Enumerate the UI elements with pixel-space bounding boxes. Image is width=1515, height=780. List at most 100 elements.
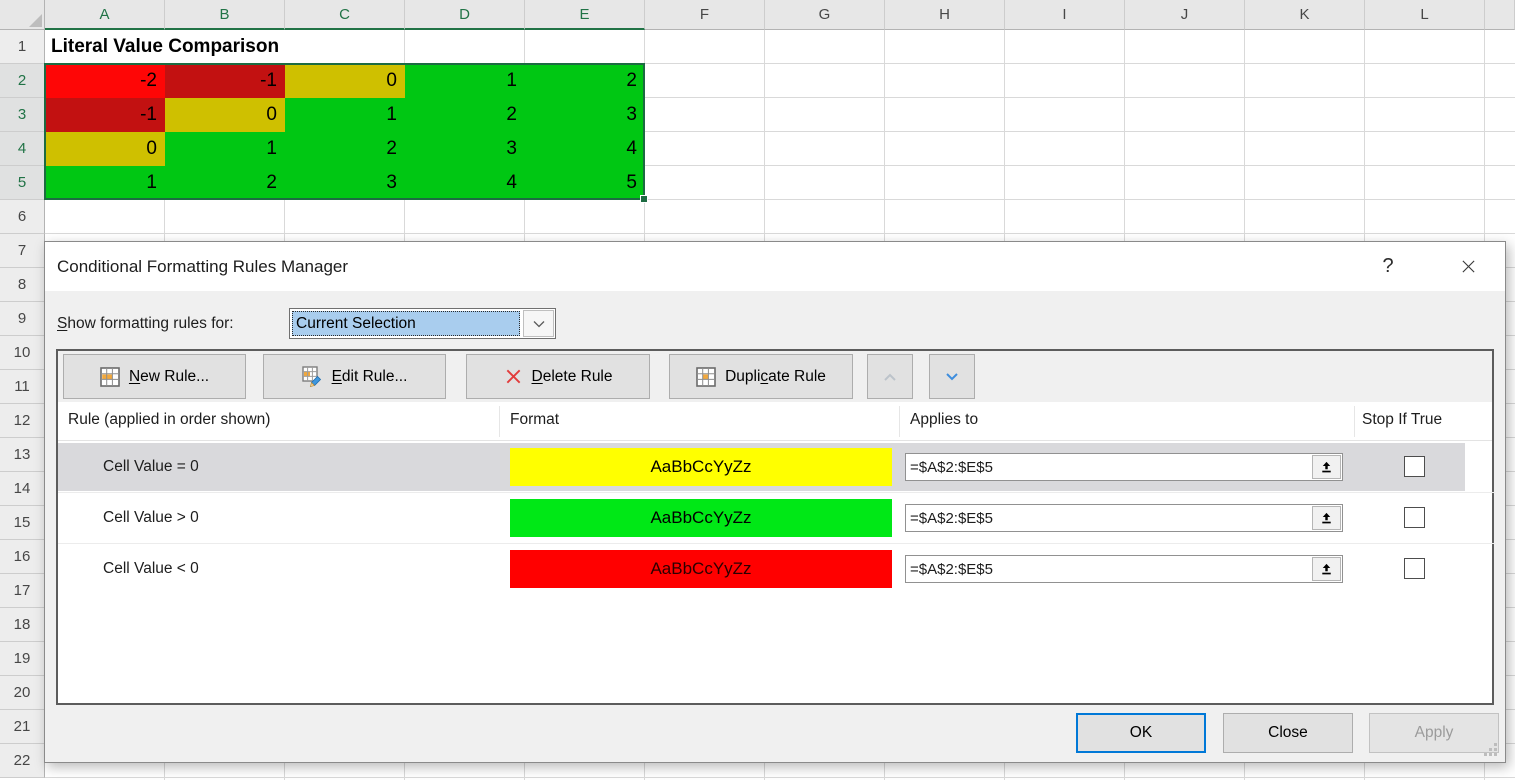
sheet-cell[interactable]: 3 bbox=[405, 132, 525, 166]
stop-if-true-checkbox[interactable] bbox=[1404, 507, 1425, 528]
sheet-cell[interactable]: 3 bbox=[525, 98, 645, 132]
sheet-cell[interactable]: 1 bbox=[405, 64, 525, 98]
sheet-cell[interactable]: 0 bbox=[45, 132, 165, 166]
row-header[interactable]: 17 bbox=[0, 574, 45, 608]
row-header[interactable]: 7 bbox=[0, 234, 45, 268]
stop-if-true-checkbox[interactable] bbox=[1404, 558, 1425, 579]
row-header[interactable]: 5 bbox=[0, 166, 45, 200]
column-header[interactable]: K bbox=[1245, 0, 1365, 30]
sheet-cell[interactable]: 2 bbox=[405, 98, 525, 132]
column-header[interactable]: B bbox=[165, 0, 285, 30]
sheet-cell[interactable]: 0 bbox=[285, 64, 405, 98]
sheet-cell[interactable]: -1 bbox=[165, 64, 285, 98]
row-header[interactable]: 15 bbox=[0, 506, 45, 540]
column-header[interactable]: D bbox=[405, 0, 525, 30]
sheet-cell[interactable]: 4 bbox=[525, 132, 645, 166]
column-header[interactable]: I bbox=[1005, 0, 1125, 30]
row-header[interactable]: 6 bbox=[0, 200, 45, 234]
column-label: J bbox=[1181, 6, 1189, 23]
column-header[interactable]: A bbox=[45, 0, 165, 30]
sheet-cell[interactable]: 2 bbox=[285, 132, 405, 166]
column-header[interactable]: F bbox=[645, 0, 765, 30]
dropdown-button[interactable] bbox=[523, 310, 554, 337]
row-header[interactable]: 12 bbox=[0, 404, 45, 438]
delete-x-icon bbox=[504, 367, 523, 386]
row-header[interactable]: 20 bbox=[0, 676, 45, 710]
sheet-cell[interactable]: 3 bbox=[285, 166, 405, 200]
cell-a1-title[interactable]: Literal Value Comparison bbox=[45, 30, 303, 63]
delete-rule-button[interactable]: Delete Rule bbox=[466, 354, 650, 399]
duplicate-rule-button[interactable]: Duplicate Rule bbox=[669, 354, 853, 399]
row-number: 16 bbox=[14, 548, 31, 565]
row-number: 17 bbox=[14, 582, 31, 599]
row-header[interactable]: 4 bbox=[0, 132, 45, 166]
row-number: 22 bbox=[14, 752, 31, 769]
column-label: G bbox=[819, 6, 831, 23]
select-all-corner[interactable] bbox=[0, 0, 45, 30]
row-header[interactable]: 13 bbox=[0, 438, 45, 472]
applies-to-input[interactable] bbox=[906, 505, 1311, 531]
edit-rule-button[interactable]: Edit Rule... bbox=[263, 354, 446, 399]
header-format: Format bbox=[510, 411, 559, 429]
row-header[interactable]: 8 bbox=[0, 268, 45, 302]
row-header[interactable]: 22 bbox=[0, 744, 45, 778]
column-header[interactable]: C bbox=[285, 0, 405, 30]
row-header[interactable]: 10 bbox=[0, 336, 45, 370]
sheet-cell[interactable]: 0 bbox=[165, 98, 285, 132]
row-number: 7 bbox=[18, 242, 26, 259]
column-header[interactable]: H bbox=[885, 0, 1005, 30]
sheet-cell[interactable]: 5 bbox=[525, 166, 645, 200]
rule-row[interactable]: Cell Value < 0 AaBbCcYyZz bbox=[58, 545, 1465, 593]
sheet-cell[interactable]: 2 bbox=[525, 64, 645, 98]
rule-row[interactable]: Cell Value > 0 AaBbCcYyZz bbox=[58, 494, 1465, 542]
row-header[interactable]: 14 bbox=[0, 472, 45, 506]
apply-button[interactable]: Apply bbox=[1369, 713, 1499, 753]
sheet-cell[interactable]: 1 bbox=[165, 132, 285, 166]
sheet-cell[interactable]: 1 bbox=[45, 166, 165, 200]
ok-button[interactable]: OK bbox=[1076, 713, 1206, 753]
stop-if-true-checkbox[interactable] bbox=[1404, 456, 1425, 477]
help-icon[interactable]: ? bbox=[1368, 242, 1408, 291]
applies-to-input[interactable] bbox=[906, 454, 1311, 480]
row-header[interactable]: 3 bbox=[0, 98, 45, 132]
row-number: 10 bbox=[14, 344, 31, 361]
sheet-cell[interactable]: -2 bbox=[45, 64, 165, 98]
sheet-cell[interactable]: 4 bbox=[405, 166, 525, 200]
sheet-cell[interactable]: -1 bbox=[45, 98, 165, 132]
show-rules-label: Show formatting rules for: bbox=[57, 315, 234, 333]
show-rules-row: Show formatting rules for: bbox=[57, 308, 234, 339]
column-header[interactable]: G bbox=[765, 0, 885, 30]
row-header[interactable]: 9 bbox=[0, 302, 45, 336]
collapse-dialog-button[interactable] bbox=[1312, 557, 1341, 581]
sheet-cell[interactable]: 2 bbox=[165, 166, 285, 200]
applies-to-input[interactable] bbox=[906, 556, 1311, 582]
row-number: 8 bbox=[18, 276, 26, 293]
resize-grip[interactable] bbox=[1494, 743, 1497, 746]
row-number: 14 bbox=[14, 480, 31, 497]
excel-window: A B C D E F G bbox=[0, 0, 1515, 780]
row-header[interactable]: 2 bbox=[0, 64, 45, 98]
column-header[interactable]: J bbox=[1125, 0, 1245, 30]
row-header[interactable]: 21 bbox=[0, 710, 45, 744]
column-header[interactable]: L bbox=[1365, 0, 1485, 30]
row-header[interactable]: 11 bbox=[0, 370, 45, 404]
column-header[interactable] bbox=[1485, 0, 1515, 30]
sheet-cell[interactable]: 1 bbox=[285, 98, 405, 132]
column-header[interactable]: E bbox=[525, 0, 645, 30]
close-icon[interactable] bbox=[1444, 242, 1492, 291]
row-header[interactable]: 1 bbox=[0, 30, 45, 64]
dialog-titlebar[interactable]: Conditional Formatting Rules Manager bbox=[45, 242, 1505, 291]
collapse-dialog-button[interactable] bbox=[1312, 506, 1341, 530]
move-rule-down-button[interactable] bbox=[929, 354, 975, 399]
close-button[interactable]: Close bbox=[1223, 713, 1353, 753]
row-header[interactable]: 16 bbox=[0, 540, 45, 574]
column-divider bbox=[1354, 406, 1355, 437]
row-header[interactable]: 19 bbox=[0, 642, 45, 676]
new-rule-button[interactable]: New Rule... bbox=[63, 354, 246, 399]
row-number: 12 bbox=[14, 412, 31, 429]
row-header[interactable]: 18 bbox=[0, 608, 45, 642]
scope-dropdown[interactable]: Current Selection bbox=[289, 308, 556, 339]
move-rule-up-button[interactable] bbox=[867, 354, 913, 399]
collapse-dialog-button[interactable] bbox=[1312, 455, 1341, 479]
rule-row[interactable]: Cell Value = 0 AaBbCcYyZz bbox=[58, 443, 1465, 491]
